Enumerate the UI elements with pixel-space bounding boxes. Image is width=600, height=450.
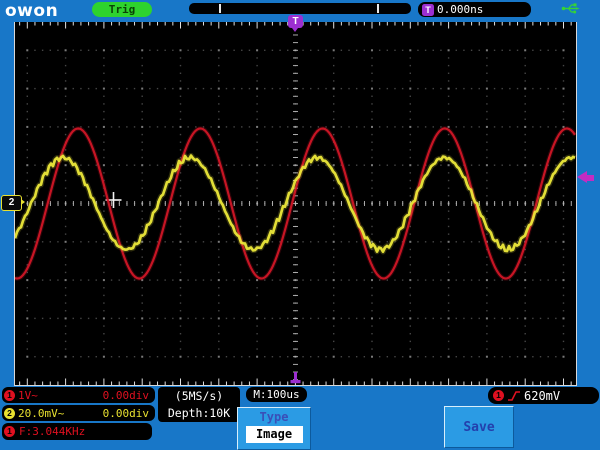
hpos-tick-icon	[219, 4, 221, 13]
trigger-level-readout: 1 620mV	[488, 387, 599, 404]
trigger-time-readout: T 0.000ns	[418, 2, 531, 17]
waveform-plot	[15, 22, 576, 385]
ch1-readout: 1 1V~ 0.00div	[2, 387, 155, 403]
brand-logo: OWON	[5, 1, 59, 21]
oscilloscope-screen: OWON Trig T 0.000ns T 2 1 1V~ 0.00div 2 …	[0, 0, 600, 450]
type-menu-label: Type	[259, 410, 289, 424]
horizontal-position-bar[interactable]	[189, 3, 411, 14]
trig-status-badge: Trig	[92, 2, 152, 17]
ch2-position: 0.00div	[102, 406, 149, 420]
trigger-level-arrow-icon[interactable]	[577, 171, 587, 183]
ch1-badge-icon: 1	[4, 389, 15, 401]
trigger-position-marker[interactable]: T	[288, 15, 303, 32]
acquisition-info-box: (5MS/s) Depth:10K	[158, 387, 240, 422]
trigger-t-icon: T	[422, 3, 434, 16]
frequency-counter: 1 F:3.044KHz	[2, 423, 152, 440]
rising-edge-icon	[508, 390, 520, 401]
ch2-scale: 20.0mV~	[18, 406, 65, 420]
timebase-readout: M:100us	[246, 387, 307, 402]
trigger-level-arrow-tail	[587, 174, 594, 181]
type-menu: Type Image	[237, 407, 311, 450]
ch2-readout: 2 20.0mV~ 0.00div	[2, 405, 155, 421]
freq-badge-icon: 1	[4, 426, 15, 437]
waveform-display	[14, 22, 577, 386]
ch2-badge-icon: 2	[4, 407, 15, 419]
ch1-position: 0.00div	[102, 388, 149, 402]
record-depth: Depth:10K	[167, 405, 231, 420]
ch2-zero-level-marker[interactable]: 2	[1, 195, 25, 211]
usb-icon	[561, 3, 580, 14]
frequency-value: F:3.044KHz	[19, 425, 86, 438]
save-button[interactable]: Save	[444, 406, 514, 448]
trigger-time-value: 0.000ns	[437, 3, 484, 16]
type-menu-value[interactable]: Image	[245, 426, 303, 443]
hpos-tick-icon	[377, 4, 379, 13]
trigger-source-badge-icon: 1	[493, 390, 504, 401]
ch1-scale: 1V~	[18, 388, 38, 402]
trigger-level-value: 620mV	[524, 388, 561, 403]
sample-rate: (5MS/s)	[174, 389, 224, 403]
